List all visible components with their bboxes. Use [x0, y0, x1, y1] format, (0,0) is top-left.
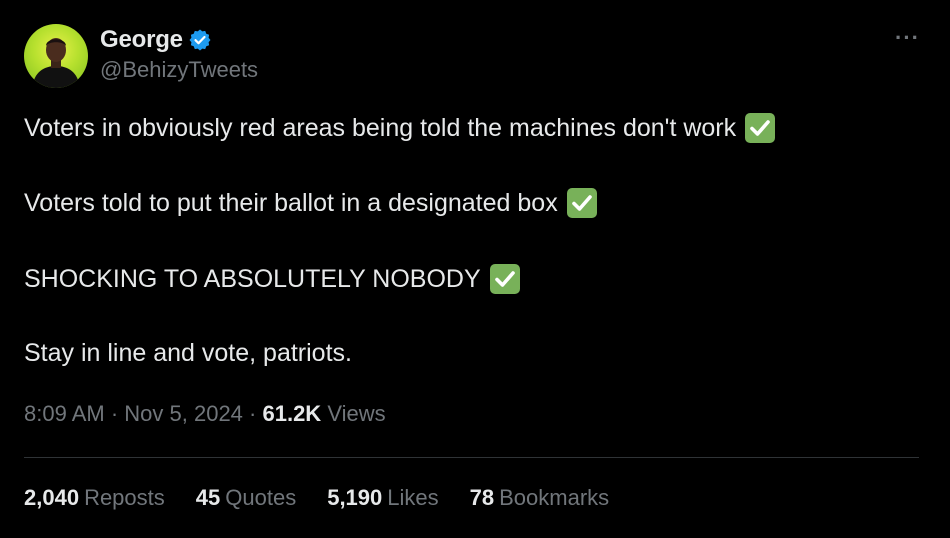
- meta-separator: ·: [104, 401, 125, 426]
- engagement-stats: 2,040 Reposts 45 Quotes 5,190 Likes 78 Bookm…: [24, 485, 640, 511]
- divider: [24, 457, 919, 458]
- avatar[interactable]: [24, 24, 88, 88]
- bookmarks-stat[interactable]: 78 Bookmarks: [470, 485, 610, 511]
- meta-separator: ·: [242, 401, 263, 426]
- tweet-text-line-1: Voters in obviously red areas being told…: [24, 112, 776, 144]
- check-mark-icon: [744, 112, 776, 144]
- author-handle[interactable]: @BehizyTweets: [100, 57, 258, 83]
- reposts-stat[interactable]: 2,040 Reposts: [24, 485, 165, 511]
- tweet-time[interactable]: 8:09 AM: [24, 401, 105, 426]
- check-mark-icon: [566, 187, 598, 219]
- tweet: George @BehizyTweets ··· Voters in obvio…: [0, 0, 950, 538]
- more-icon[interactable]: ···: [895, 27, 920, 49]
- tweet-text: Voters told to put their ballot in a des…: [24, 188, 558, 217]
- stat-label: Bookmarks: [499, 485, 610, 510]
- check-mark-icon: [489, 263, 521, 295]
- likes-stat[interactable]: 5,190 Likes: [327, 485, 438, 511]
- views-count: 61.2K: [262, 401, 322, 426]
- stat-count: 78: [469, 485, 495, 510]
- tweet-text-line-2: Voters told to put their ballot in a des…: [24, 187, 598, 219]
- stat-count: 45: [195, 485, 221, 510]
- tweet-text: Stay in line and vote, patriots.: [24, 339, 352, 367]
- tweet-date[interactable]: Nov 5, 2024: [124, 401, 243, 426]
- stat-label: Quotes: [225, 485, 297, 510]
- quotes-stat[interactable]: 45 Quotes: [196, 485, 296, 511]
- stat-label: Likes: [387, 485, 439, 510]
- verified-badge-icon[interactable]: [188, 28, 212, 52]
- tweet-meta: 8:09 AM · Nov 5, 2024 · 61.2K Views: [24, 401, 386, 427]
- author-display-name[interactable]: George: [100, 26, 183, 54]
- stat-count: 2,040: [24, 485, 80, 510]
- views-label: Views: [327, 401, 386, 426]
- tweet-text: Voters in obviously red areas being told…: [24, 113, 737, 142]
- tweet-text: SHOCKING TO ABSOLUTELY NOBODY: [24, 264, 481, 293]
- author-name-row: George: [100, 24, 212, 56]
- stat-count: 5,190: [327, 485, 383, 510]
- tweet-text-line-3: SHOCKING TO ABSOLUTELY NOBODY: [24, 263, 521, 295]
- tweet-text-line-4: Stay in line and vote, patriots.: [24, 339, 352, 368]
- stat-label: Reposts: [84, 485, 165, 510]
